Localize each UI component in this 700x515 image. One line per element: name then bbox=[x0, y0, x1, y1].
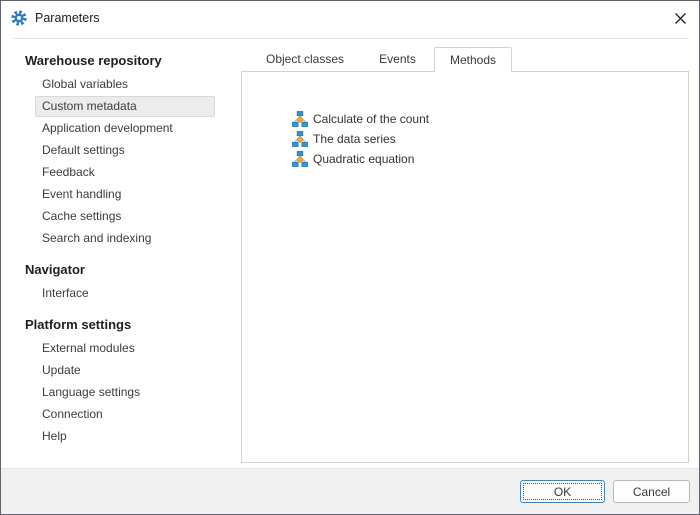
titlebar-separator bbox=[13, 38, 689, 39]
sidebar-item-connection[interactable]: Connection bbox=[35, 404, 215, 425]
cancel-button-label: Cancel bbox=[633, 485, 670, 499]
sidebar-item-application-development[interactable]: Application development bbox=[35, 118, 215, 139]
sidebar-item-language-settings[interactable]: Language settings bbox=[35, 382, 215, 403]
sidebar-header-navigator: Navigator bbox=[1, 258, 241, 282]
ok-button-label: OK bbox=[554, 485, 571, 499]
parameters-dialog: Parameters Warehouse repository Global v… bbox=[0, 0, 700, 515]
sidebar-item-cache-settings[interactable]: Cache settings bbox=[35, 206, 215, 227]
sidebar-item-update[interactable]: Update bbox=[35, 360, 215, 381]
sidebar-item-help[interactable]: Help bbox=[35, 426, 215, 447]
cancel-button[interactable]: Cancel bbox=[613, 480, 690, 503]
method-sitemap-icon bbox=[292, 111, 308, 127]
sidebar-item-custom-metadata[interactable]: Custom metadata bbox=[35, 96, 215, 117]
method-sitemap-icon bbox=[292, 151, 308, 167]
tab-events[interactable]: Events bbox=[361, 47, 434, 72]
tree-node-label: Calculate of the count bbox=[313, 112, 429, 126]
tree-node-label: The data series bbox=[313, 132, 396, 146]
gear-icon bbox=[11, 10, 27, 26]
window-title: Parameters bbox=[35, 11, 100, 25]
sidebar-header-platform-settings: Platform settings bbox=[1, 313, 241, 337]
dialog-footer: OK Cancel bbox=[1, 468, 699, 514]
sidebar-header-warehouse-repository: Warehouse repository bbox=[1, 49, 241, 73]
sidebar-item-external-modules[interactable]: External modules bbox=[35, 338, 215, 359]
sidebar-item-default-settings[interactable]: Default settings bbox=[35, 140, 215, 161]
titlebar: Parameters bbox=[1, 1, 699, 38]
close-icon bbox=[674, 12, 687, 25]
close-button[interactable] bbox=[669, 7, 691, 29]
ok-button[interactable]: OK bbox=[520, 480, 605, 503]
sidebar-item-search-and-indexing[interactable]: Search and indexing bbox=[35, 228, 215, 249]
method-sitemap-icon bbox=[292, 131, 308, 147]
sidebar-item-interface[interactable]: Interface bbox=[35, 283, 215, 304]
tab-object-classes[interactable]: Object classes bbox=[249, 47, 361, 72]
sidebar-item-event-handling[interactable]: Event handling bbox=[35, 184, 215, 205]
sidebar-item-feedback[interactable]: Feedback bbox=[35, 162, 215, 183]
methods-tab-page bbox=[241, 71, 689, 463]
sidebar: Warehouse repository Global variables Cu… bbox=[1, 49, 241, 467]
tab-bar: Object classes Events Methods bbox=[249, 47, 512, 72]
sidebar-item-global-variables[interactable]: Global variables bbox=[35, 74, 215, 95]
tab-methods[interactable]: Methods bbox=[434, 47, 512, 72]
tree-node-label: Quadratic equation bbox=[313, 152, 414, 166]
